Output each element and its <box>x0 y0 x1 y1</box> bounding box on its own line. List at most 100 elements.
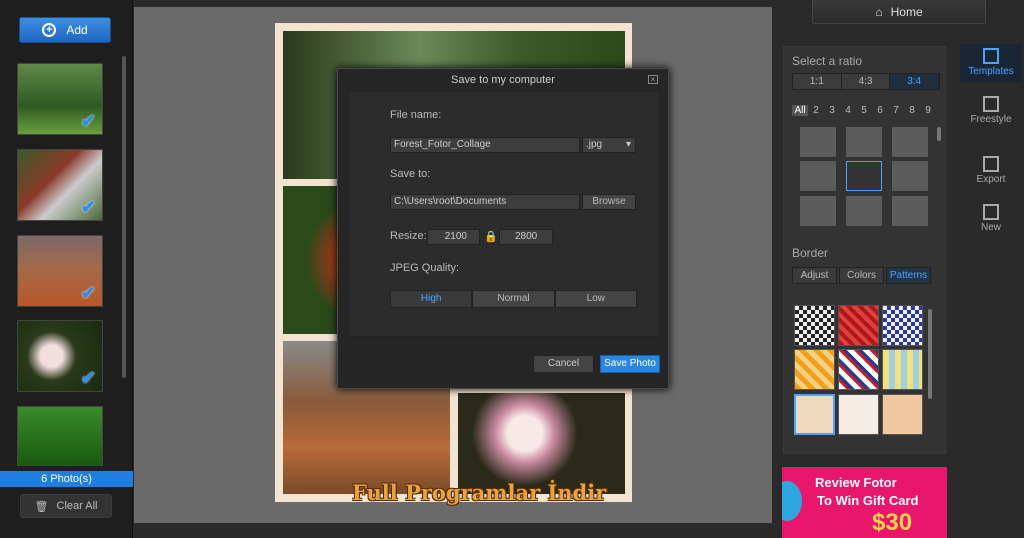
home-button[interactable]: ⌂ Home <box>812 0 986 24</box>
layout-template[interactable] <box>892 161 928 191</box>
pattern-swatch[interactable] <box>794 305 835 346</box>
layout-template[interactable] <box>846 196 882 226</box>
templates-tool[interactable]: Templates <box>960 44 1022 82</box>
photo-thumbnail-leaves[interactable] <box>17 406 103 466</box>
collage-photo-flowers[interactable] <box>458 393 625 494</box>
freestyle-label: Freestyle <box>970 114 1012 125</box>
quality-normal[interactable]: Normal <box>472 290 555 308</box>
save-path-input[interactable]: C:\Users\root\Documents <box>390 194 580 210</box>
promo-line-1: Review Fotor <box>815 475 897 490</box>
add-label: Add <box>66 23 88 37</box>
checkmark-icon: ✔ <box>80 283 96 303</box>
cancel-button[interactable]: Cancel <box>533 355 594 373</box>
home-label: Home <box>890 4 923 19</box>
filter-8[interactable]: 8 <box>904 105 920 116</box>
layout-template[interactable] <box>892 196 928 226</box>
filter-5[interactable]: 5 <box>856 105 872 116</box>
filter-4[interactable]: 4 <box>840 105 856 116</box>
layout-scrollbar[interactable] <box>937 127 941 141</box>
promo-line-2: To Win Gift Card <box>817 493 919 508</box>
quality-selector: High Normal Low <box>390 290 637 308</box>
add-photo-button[interactable]: + Add <box>19 17 111 43</box>
height-input[interactable]: 2800 <box>499 229 553 245</box>
file-name-label: File name: <box>390 109 442 121</box>
save-photo-button[interactable]: Save Photo <box>600 355 660 373</box>
freestyle-icon <box>983 96 999 112</box>
freestyle-tool[interactable]: Freestyle <box>960 94 1022 130</box>
new-label: New <box>980 222 1001 233</box>
new-tool[interactable]: New <box>960 202 1022 238</box>
checkmark-icon: ✔ <box>80 197 96 217</box>
canvas-bottom-bar <box>134 523 772 538</box>
checkmark-icon: ✔ <box>80 111 96 131</box>
save-dialog: Save to my computer × File name: Forest_… <box>337 68 669 389</box>
tool-bar: Templates Freestyle Export New <box>955 40 1024 460</box>
layout-template[interactable] <box>892 127 928 157</box>
quality-high[interactable]: High <box>390 290 473 308</box>
filter-6[interactable]: 6 <box>872 105 888 116</box>
filter-9[interactable]: 9 <box>920 105 936 116</box>
new-icon <box>983 204 999 220</box>
export-tool[interactable]: Export <box>960 154 1022 190</box>
ratio-title: Select a ratio <box>792 54 863 68</box>
dialog-body: File name: Forest_Fotor_Collage .jpg ▾ Sa… <box>348 91 660 337</box>
watermark: Full Programlar İndir <box>352 480 607 505</box>
ratio-selector: 1:1 4:3 3:4 <box>792 73 940 90</box>
export-label: Export <box>976 174 1006 185</box>
pattern-swatch[interactable] <box>838 305 879 346</box>
photo-thumbnail-flowers[interactable]: ✔ <box>17 320 103 392</box>
clear-all-button[interactable]: 🗑 Clear All <box>20 494 112 518</box>
layout-template-selected[interactable] <box>846 161 882 191</box>
layout-template[interactable] <box>846 127 882 157</box>
tab-patterns[interactable]: Patterns <box>886 267 931 284</box>
filter-all[interactable]: All <box>792 105 808 116</box>
border-tabs: Adjust Colors Patterns <box>792 267 931 284</box>
layout-template[interactable] <box>800 127 836 157</box>
template-panel: Select a ratio 1:1 4:3 3:4 All 2 3 4 5 6… <box>783 46 946 454</box>
filter-2[interactable]: 2 <box>808 105 824 116</box>
photo-thumbnail-waterfall[interactable]: ✔ <box>17 149 103 221</box>
format-select[interactable]: .jpg ▾ <box>582 137 636 153</box>
border-title: Border <box>792 246 829 260</box>
photo-count-filter: All 2 3 4 5 6 7 8 9 <box>792 105 936 116</box>
tab-adjust[interactable]: Adjust <box>792 267 837 284</box>
promo-amount: $30 <box>872 509 913 536</box>
templates-icon <box>983 48 999 64</box>
tab-colors[interactable]: Colors <box>839 267 884 284</box>
export-icon <box>983 156 999 172</box>
thumbnail-scrollbar[interactable] <box>122 56 126 378</box>
plus-icon: + <box>42 23 57 37</box>
quality-low[interactable]: Low <box>554 290 637 308</box>
pattern-swatch[interactable] <box>882 394 923 435</box>
quality-label: JPEG Quality: <box>390 262 460 274</box>
layout-template[interactable] <box>800 196 836 226</box>
pattern-scrollbar[interactable] <box>928 309 932 399</box>
photo-thumbnail-desert[interactable]: ✔ <box>17 235 103 307</box>
pattern-swatch[interactable] <box>882 349 923 390</box>
home-icon: ⌂ <box>875 4 883 19</box>
width-input[interactable]: 2100 <box>427 229 480 245</box>
photo-count: 6 Photo(s) <box>0 471 133 487</box>
browse-button[interactable]: Browse <box>582 194 636 210</box>
ratio-4-3[interactable]: 4:3 <box>841 74 891 89</box>
photo-thumbnail-forest[interactable]: ✔ <box>17 63 103 135</box>
pattern-swatch[interactable] <box>838 349 879 390</box>
pattern-swatch[interactable] <box>838 394 879 435</box>
clear-label: Clear All <box>56 500 98 512</box>
ratio-1-1[interactable]: 1:1 <box>793 74 842 89</box>
templates-label: Templates <box>968 66 1014 77</box>
photo-panel: + Add ✔ ✔ ✔ ✔ 6 Photo(s) 🗑 Clear All <box>0 0 133 538</box>
layout-template[interactable] <box>800 161 836 191</box>
filter-3[interactable]: 3 <box>824 105 840 116</box>
pattern-swatch[interactable] <box>882 305 923 346</box>
lock-icon[interactable]: 🔒 <box>484 230 498 243</box>
pattern-swatch-selected[interactable] <box>794 394 835 435</box>
filter-7[interactable]: 7 <box>888 105 904 116</box>
pattern-swatch[interactable] <box>794 349 835 390</box>
file-name-input[interactable]: Forest_Fotor_Collage <box>390 137 580 153</box>
ratio-3-4[interactable]: 3:4 <box>890 74 940 89</box>
chevron-down-icon: ▾ <box>625 139 631 150</box>
promo-banner[interactable]: Review Fotor To Win Gift Card $30 <box>782 467 947 538</box>
close-icon[interactable]: × <box>648 75 658 84</box>
save-to-label: Save to: <box>390 168 431 180</box>
